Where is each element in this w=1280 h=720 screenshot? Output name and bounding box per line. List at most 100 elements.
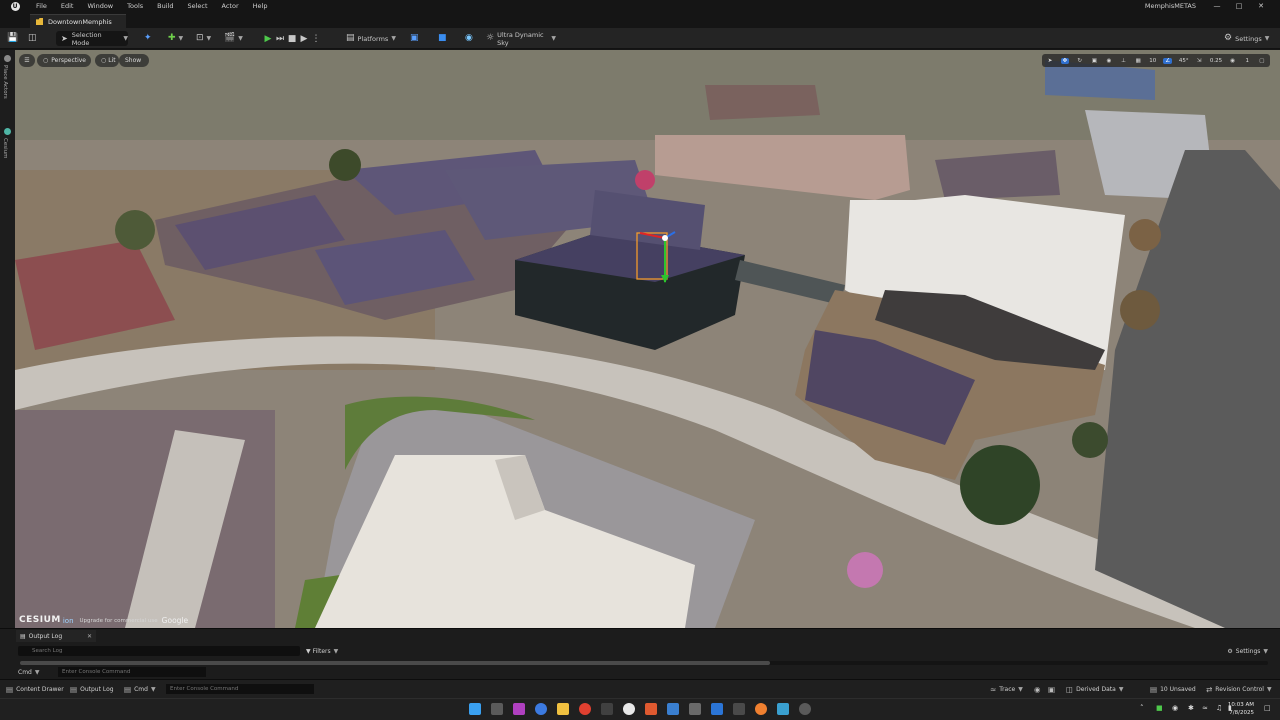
selection-mode-dropdown[interactable]: ➤ Selection Mode ▼ xyxy=(56,31,128,47)
photos-icon[interactable] xyxy=(777,703,789,715)
menu-window[interactable]: Window xyxy=(80,0,120,12)
app-list-icon[interactable] xyxy=(733,703,745,715)
close-icon[interactable]: ✕ xyxy=(87,633,92,640)
grid-snap-value[interactable]: 10 xyxy=(1149,58,1157,64)
chrome-icon[interactable] xyxy=(579,703,591,715)
maximize-icon[interactable]: □ xyxy=(1228,0,1250,12)
settings-dropdown[interactable]: ⚙ Settings ▼ xyxy=(1224,31,1276,46)
scale-snap-icon[interactable]: ⇲ xyxy=(1195,58,1203,64)
show-button[interactable]: Show xyxy=(119,54,149,67)
scale-tool-icon[interactable]: ▣ xyxy=(1090,58,1098,64)
unreal-engine-icon[interactable] xyxy=(623,703,635,715)
unreal-logo-icon[interactable]: U xyxy=(9,0,21,12)
record-icon[interactable]: ◉ xyxy=(1034,680,1044,699)
task-view-icon[interactable] xyxy=(491,703,503,715)
menu-edit[interactable]: Edit xyxy=(54,0,81,12)
bluetooth-icon[interactable]: ✱ xyxy=(1188,704,1194,712)
chevron-up-icon[interactable]: ˄ xyxy=(1140,704,1144,712)
status-console-input[interactable] xyxy=(166,684,314,694)
wifi-icon[interactable]: ≈ xyxy=(1202,704,1208,712)
cesium-upgrade-note[interactable]: Upgrade for commercial use xyxy=(80,618,158,624)
perspective-button[interactable]: ○ Perspective xyxy=(37,54,91,67)
scale-snap-value[interactable]: 0.25 xyxy=(1210,58,1222,64)
log-scrollbar[interactable] xyxy=(20,661,1268,665)
menu-select[interactable]: Select xyxy=(180,0,214,12)
document-icon[interactable] xyxy=(711,703,723,715)
world-space-icon[interactable]: ◉ xyxy=(1105,58,1113,64)
maximize-viewport-icon[interactable]: ▢ xyxy=(1258,58,1266,64)
blender-icon[interactable] xyxy=(755,703,767,715)
rotation-snap-icon[interactable]: ∠ xyxy=(1163,57,1173,64)
play-icon[interactable]: ▶ xyxy=(262,34,274,44)
log-settings-dropdown[interactable]: ⚙ Settings ▼ xyxy=(1227,646,1268,656)
filters-dropdown[interactable]: ▼ Filters ▼ xyxy=(306,646,338,656)
app-blue-icon[interactable] xyxy=(667,703,679,715)
rotation-snap-value[interactable]: 45° xyxy=(1179,58,1189,64)
tab-output-log[interactable]: ▤ Output Log ✕ xyxy=(16,630,96,642)
grid-snap-icon[interactable]: ▦ xyxy=(1134,58,1142,64)
camera-icon[interactable]: ▣ xyxy=(1048,680,1058,699)
log-search-input[interactable] xyxy=(18,646,300,656)
lit-button[interactable]: ○ Lit xyxy=(95,54,119,67)
tray-green-icon[interactable]: ■ xyxy=(1156,704,1163,712)
unsaved-button[interactable]: ▤ 10 Unsaved xyxy=(1150,680,1196,699)
clock[interactable]: 10:03 AM 7/8/2025 xyxy=(1228,701,1254,717)
modeling-icon[interactable]: ✦ xyxy=(144,31,156,46)
blue-tool-icon[interactable]: ■ xyxy=(438,31,450,46)
menu-tools[interactable]: Tools xyxy=(120,0,150,12)
menu-file[interactable]: File xyxy=(29,0,54,12)
tab-cesium[interactable]: Cesium xyxy=(2,138,8,158)
log-scrollbar-thumb[interactable] xyxy=(20,661,770,665)
plugin-icon[interactable]: ▣ xyxy=(410,31,422,46)
eject-icon[interactable]: ▶ xyxy=(298,34,310,44)
translate-tool-icon[interactable]: ✥ xyxy=(1060,57,1070,64)
ultra-dynamic-sky-dropdown[interactable]: ☼ Ultra Dynamic Sky ▼ xyxy=(486,31,556,47)
tab-level[interactable]: DowntownMemphis xyxy=(30,14,126,28)
save-icon[interactable]: 💾 xyxy=(7,31,19,46)
surface-snap-icon[interactable]: ⊥ xyxy=(1120,58,1128,64)
camera-speed-icon[interactable]: ◉ xyxy=(1229,58,1237,64)
output-log-button[interactable]: ▤ Output Log xyxy=(70,680,114,699)
camera-speed-value[interactable]: 1 xyxy=(1243,58,1251,64)
output-log-panel: ▤ Output Log ✕ ⚲ ▼ Filters ▼ ⚙ Settings … xyxy=(0,628,1280,679)
stop-icon[interactable]: ■ xyxy=(286,34,298,44)
app-gray-icon[interactable] xyxy=(689,703,701,715)
derived-data-dropdown[interactable]: ◫ Derived Data ▼ xyxy=(1066,680,1123,699)
rotate-tool-icon[interactable]: ↻ xyxy=(1076,58,1084,64)
status-cmd-dropdown[interactable]: ▤ Cmd ▼ xyxy=(124,680,156,699)
menu-help[interactable]: Help xyxy=(246,0,275,12)
log-console-input[interactable] xyxy=(58,667,206,677)
content-browse-icon[interactable]: ◫ xyxy=(28,31,40,46)
browser-icon[interactable] xyxy=(535,703,547,715)
file-explorer-icon[interactable] xyxy=(557,703,569,715)
menu-actor[interactable]: Actor xyxy=(215,0,246,12)
cinematics-button[interactable]: 🎬 ▼ xyxy=(224,31,243,46)
unsaved-icon: ▤ xyxy=(1150,685,1158,694)
app-purple-icon[interactable] xyxy=(513,703,525,715)
viewport-menu-button[interactable]: ☰ xyxy=(19,54,35,67)
content-drawer-button[interactable]: ▤ Content Drawer xyxy=(6,680,64,699)
step-icon[interactable]: ⏭ xyxy=(274,34,286,44)
app-orange-icon[interactable] xyxy=(645,703,657,715)
minimize-icon[interactable]: — xyxy=(1206,0,1228,12)
select-tool-icon[interactable]: ➤ xyxy=(1046,58,1054,64)
start-icon[interactable] xyxy=(469,703,481,715)
tray-app-icon[interactable]: ◉ xyxy=(1172,704,1178,712)
trace-dropdown[interactable]: ≈ Trace ▼ xyxy=(990,680,1023,699)
volume-icon[interactable]: ♫ xyxy=(1216,704,1222,712)
tab-place-actors[interactable]: Place Actors xyxy=(2,65,8,99)
menu-build[interactable]: Build xyxy=(150,0,180,12)
revision-control-dropdown[interactable]: ⇄ Revision Control ▼ xyxy=(1206,680,1272,699)
add-actor-button[interactable]: ✚ ▼ xyxy=(168,31,186,46)
close-icon[interactable]: ✕ xyxy=(1250,0,1272,12)
globe-icon[interactable]: ◉ xyxy=(465,31,477,46)
level-viewport[interactable]: ☰ ○ Perspective ○ Lit Show ➤ ✥ ↻ ▣ ◉ ⊥ ▦… xyxy=(15,50,1280,628)
perspective-icon: ○ xyxy=(43,57,49,64)
platforms-dropdown[interactable]: ▤ Platforms ▼ xyxy=(346,31,398,46)
blueprint-button[interactable]: ⊡ ▼ xyxy=(196,31,214,46)
more-options-icon[interactable]: ⋮ xyxy=(310,34,322,44)
app-circle-icon[interactable] xyxy=(799,703,811,715)
cmd-dropdown[interactable]: Cmd ▼ xyxy=(18,667,39,678)
app-dark-icon[interactable] xyxy=(601,703,613,715)
notifications-icon[interactable]: □ xyxy=(1264,704,1271,712)
